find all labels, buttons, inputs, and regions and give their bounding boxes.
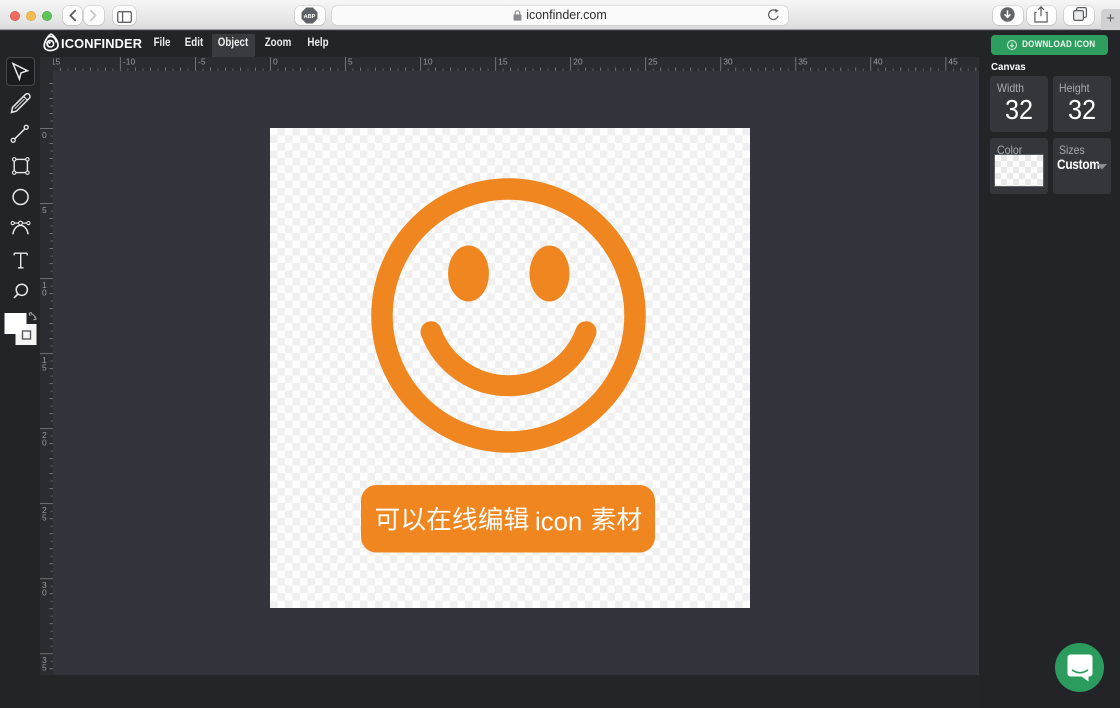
svg-text:20: 20 xyxy=(573,57,583,67)
svg-text:5: 5 xyxy=(348,57,353,67)
svg-text:-5: -5 xyxy=(198,57,206,67)
svg-text:30: 30 xyxy=(723,57,733,67)
svg-text:25: 25 xyxy=(648,57,658,67)
svg-text:40: 40 xyxy=(873,57,883,67)
svg-text:-15: -15 xyxy=(53,57,60,67)
svg-text:45: 45 xyxy=(948,57,958,67)
svg-text:10: 10 xyxy=(423,57,433,67)
svg-text:15: 15 xyxy=(498,57,508,67)
svg-text:5: 5 xyxy=(42,512,47,522)
svg-text:0: 0 xyxy=(42,130,47,140)
svg-text:5: 5 xyxy=(42,662,47,672)
svg-text:35: 35 xyxy=(798,57,808,67)
svg-text:0: 0 xyxy=(42,587,47,597)
svg-text:5: 5 xyxy=(42,362,47,372)
svg-text:ABP: ABP xyxy=(304,14,316,20)
svg-text:-10: -10 xyxy=(123,57,136,67)
svg-text:0: 0 xyxy=(42,437,47,447)
svg-text:5: 5 xyxy=(42,205,47,215)
svg-text:0: 0 xyxy=(42,287,47,297)
svg-text:0: 0 xyxy=(273,57,278,67)
